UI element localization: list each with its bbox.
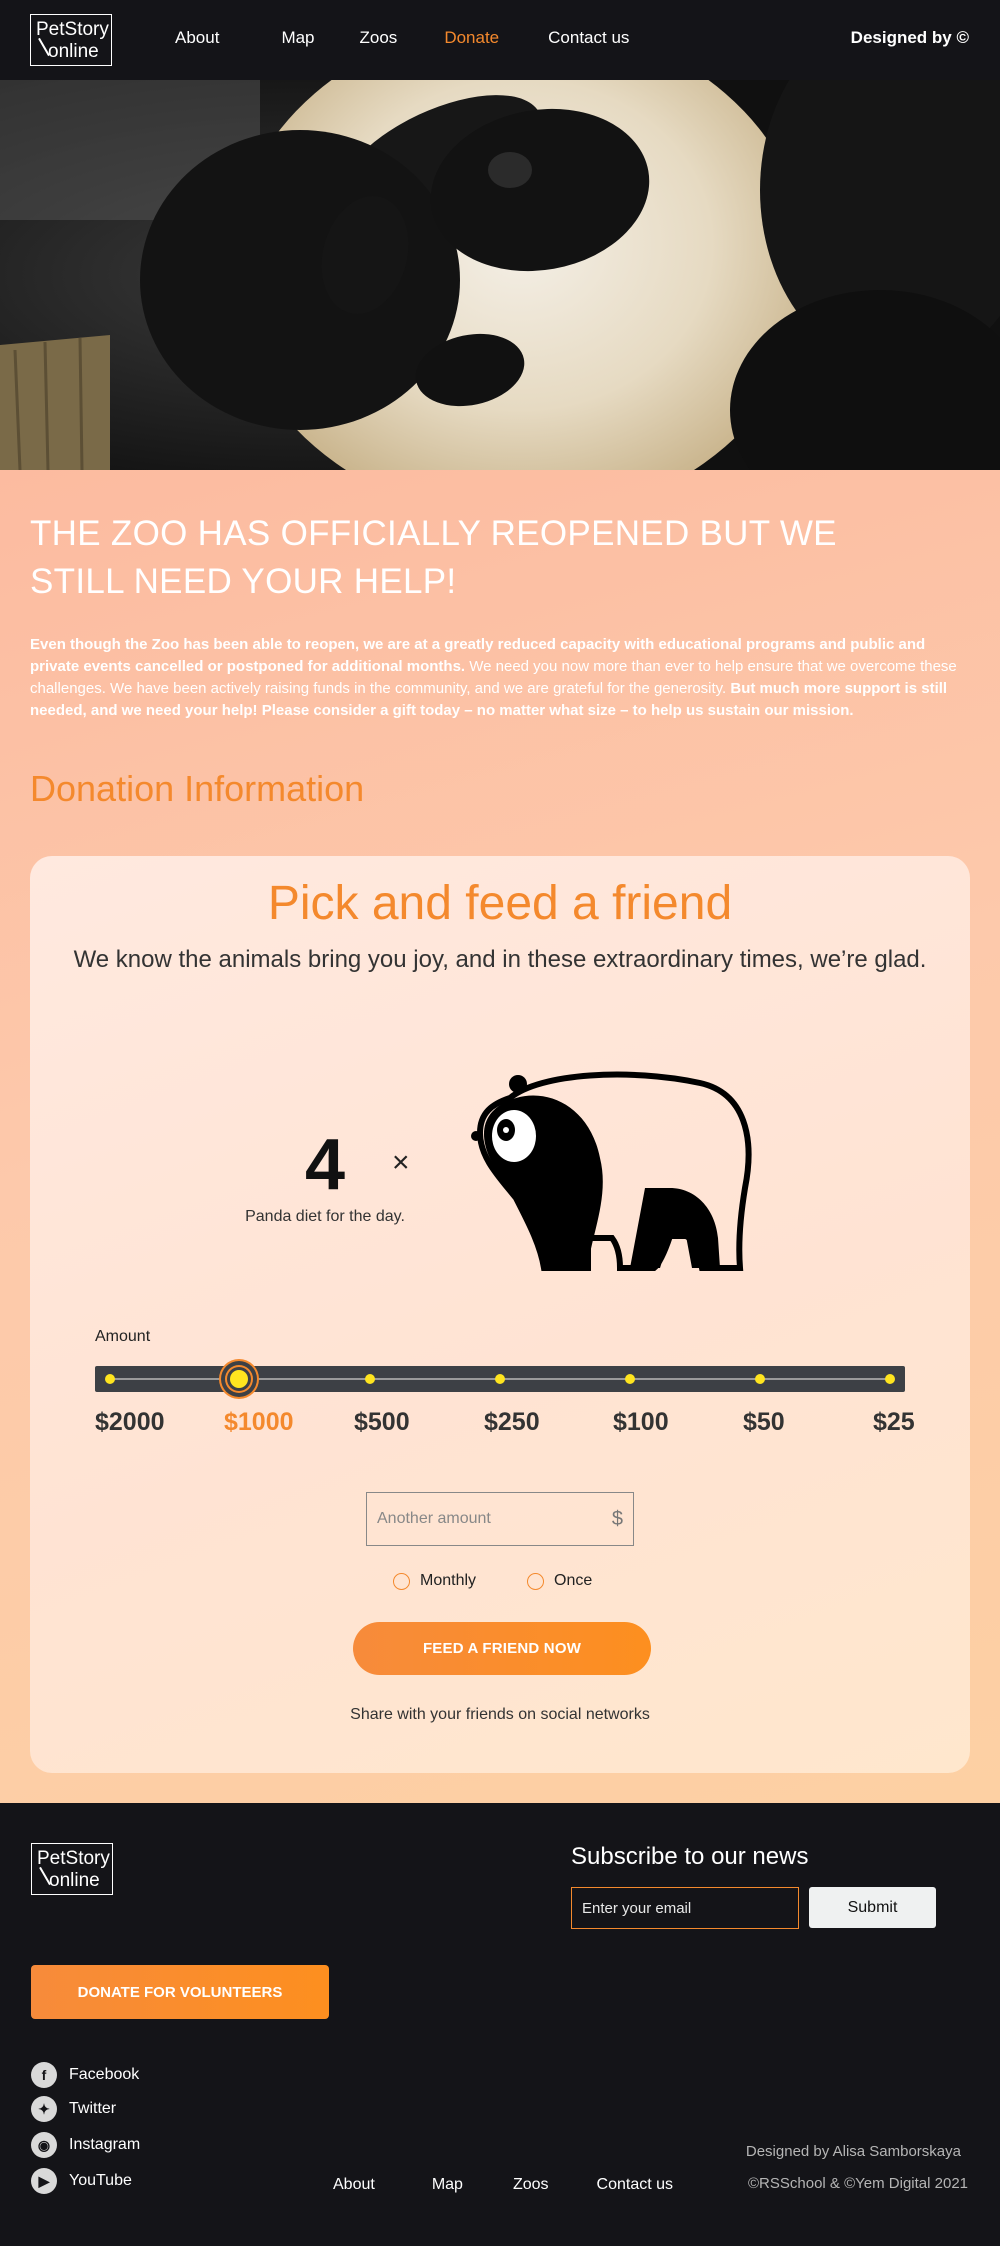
subscribe-title: Subscribe to our news — [571, 1843, 809, 1870]
footer-nav-contact[interactable]: Contact us — [597, 2176, 673, 2194]
nav-zoos[interactable]: Zoos — [360, 28, 398, 48]
site-header: PetStory online About Map Zoos Donate Co… — [0, 0, 1000, 80]
nav-contact[interactable]: Contact us — [548, 28, 629, 48]
social-facebook[interactable]: f Facebook — [31, 2062, 139, 2088]
social-label: YouTube — [69, 2172, 132, 2189]
logo-line1: PetStory — [36, 19, 109, 40]
section-title: Donation Information — [30, 768, 365, 809]
youtube-icon: ▶ — [31, 2168, 57, 2194]
radio-once-label: Once — [554, 1572, 593, 1589]
feed-friend-button[interactable]: FEED A FRIEND NOW — [353, 1622, 651, 1675]
twitter-icon: ✦ — [31, 2096, 57, 2122]
radio-monthly-label: Monthly — [420, 1572, 477, 1589]
footer-logo-line1: PetStory — [37, 1848, 110, 1869]
another-amount-input[interactable] — [377, 1510, 612, 1528]
instagram-icon: ◉ — [31, 2132, 57, 2158]
radio-circle-icon — [393, 1572, 410, 1590]
page-headline: THE ZOO HAS OFFICIALLY REOPENED BUT WE S… — [30, 514, 837, 601]
credit-copyright: ©RSSchool & ©Yem Digital 2021 — [748, 2175, 968, 2192]
amount-50[interactable]: $50 — [743, 1408, 785, 1437]
share-text: Share with your friends on social networ… — [350, 1706, 650, 1723]
slider-dot-100[interactable] — [625, 1374, 635, 1384]
amount-label: Amount — [95, 1328, 151, 1345]
amount-2000[interactable]: $2000 — [95, 1408, 165, 1437]
amount-25[interactable]: $25 — [873, 1408, 915, 1437]
times-icon: × — [392, 1146, 410, 1179]
nav-map[interactable]: Map — [281, 28, 314, 48]
slider-dot-2000[interactable] — [105, 1374, 115, 1384]
radio-once[interactable]: Once — [527, 1572, 592, 1590]
footer-logo[interactable]: PetStory online — [31, 1843, 113, 1895]
designed-by: Designed by © — [850, 28, 969, 47]
slider-dot-50[interactable] — [755, 1374, 765, 1384]
site-footer: PetStory online Subscribe to our news Su… — [0, 1803, 1000, 2246]
footer-nav: About Map Zoos Contact us — [333, 2176, 725, 2194]
footer-nav-zoos[interactable]: Zoos — [513, 2176, 549, 2194]
logo[interactable]: PetStory online — [30, 14, 112, 66]
submit-button[interactable]: Submit — [809, 1887, 936, 1928]
card-title: Pick and feed a friend — [267, 877, 733, 930]
slider-dot-250[interactable] — [495, 1374, 505, 1384]
panda-silhouette-icon — [471, 1071, 752, 1271]
social-label: Instagram — [69, 2136, 141, 2153]
radio-circle-icon — [527, 1572, 544, 1590]
radio-monthly[interactable]: Monthly — [393, 1572, 476, 1590]
hero-panda-image — [0, 80, 1000, 470]
social-label: Twitter — [69, 2100, 117, 2117]
intro-text: Even though the Zoo has been able to reo… — [30, 634, 970, 722]
diet-caption: Panda diet for the day. — [245, 1208, 405, 1225]
facebook-icon: f — [31, 2062, 57, 2088]
nav-donate[interactable]: Donate — [444, 28, 499, 48]
currency-icon: $ — [611, 1507, 623, 1530]
footer-nav-map[interactable]: Map — [432, 2176, 463, 2194]
amount-250[interactable]: $250 — [484, 1408, 540, 1437]
slider-dot-1000[interactable] — [230, 1370, 248, 1388]
amount-500[interactable]: $500 — [354, 1408, 410, 1437]
email-field[interactable] — [571, 1887, 799, 1929]
donation-card: Pick and feed a friend We know the anima… — [30, 856, 970, 1773]
credit-designer: Designed by Alisa Samborskaya — [745, 2143, 961, 2160]
amount-100[interactable]: $100 — [613, 1408, 669, 1437]
social-label: Facebook — [69, 2066, 140, 2083]
slider-dot-500[interactable] — [365, 1374, 375, 1384]
amount-slider[interactable] — [95, 1366, 905, 1392]
another-amount-field: $ — [366, 1492, 634, 1546]
panda-photo — [0, 80, 1000, 470]
amount-1000[interactable]: $1000 — [224, 1408, 294, 1437]
card-subtitle: We know the animals bring you joy, and i… — [73, 946, 927, 973]
slider-dot-25[interactable] — [885, 1374, 895, 1384]
donation-section: THE ZOO HAS OFFICIALLY REOPENED BUT WE S… — [0, 470, 1000, 1803]
diet-count: 4 — [304, 1125, 346, 1205]
donate-volunteers-button[interactable]: DONATE FOR VOLUNTEERS — [31, 1965, 329, 2019]
social-instagram[interactable]: ◉ Instagram — [31, 2132, 140, 2158]
social-twitter[interactable]: ✦ Twitter — [31, 2096, 116, 2122]
footer-nav-about[interactable]: About — [333, 2176, 375, 2194]
main-nav: About Map Zoos Donate Contact us — [175, 28, 691, 48]
nav-about[interactable]: About — [175, 28, 219, 48]
social-youtube[interactable]: ▶ YouTube — [31, 2168, 132, 2194]
